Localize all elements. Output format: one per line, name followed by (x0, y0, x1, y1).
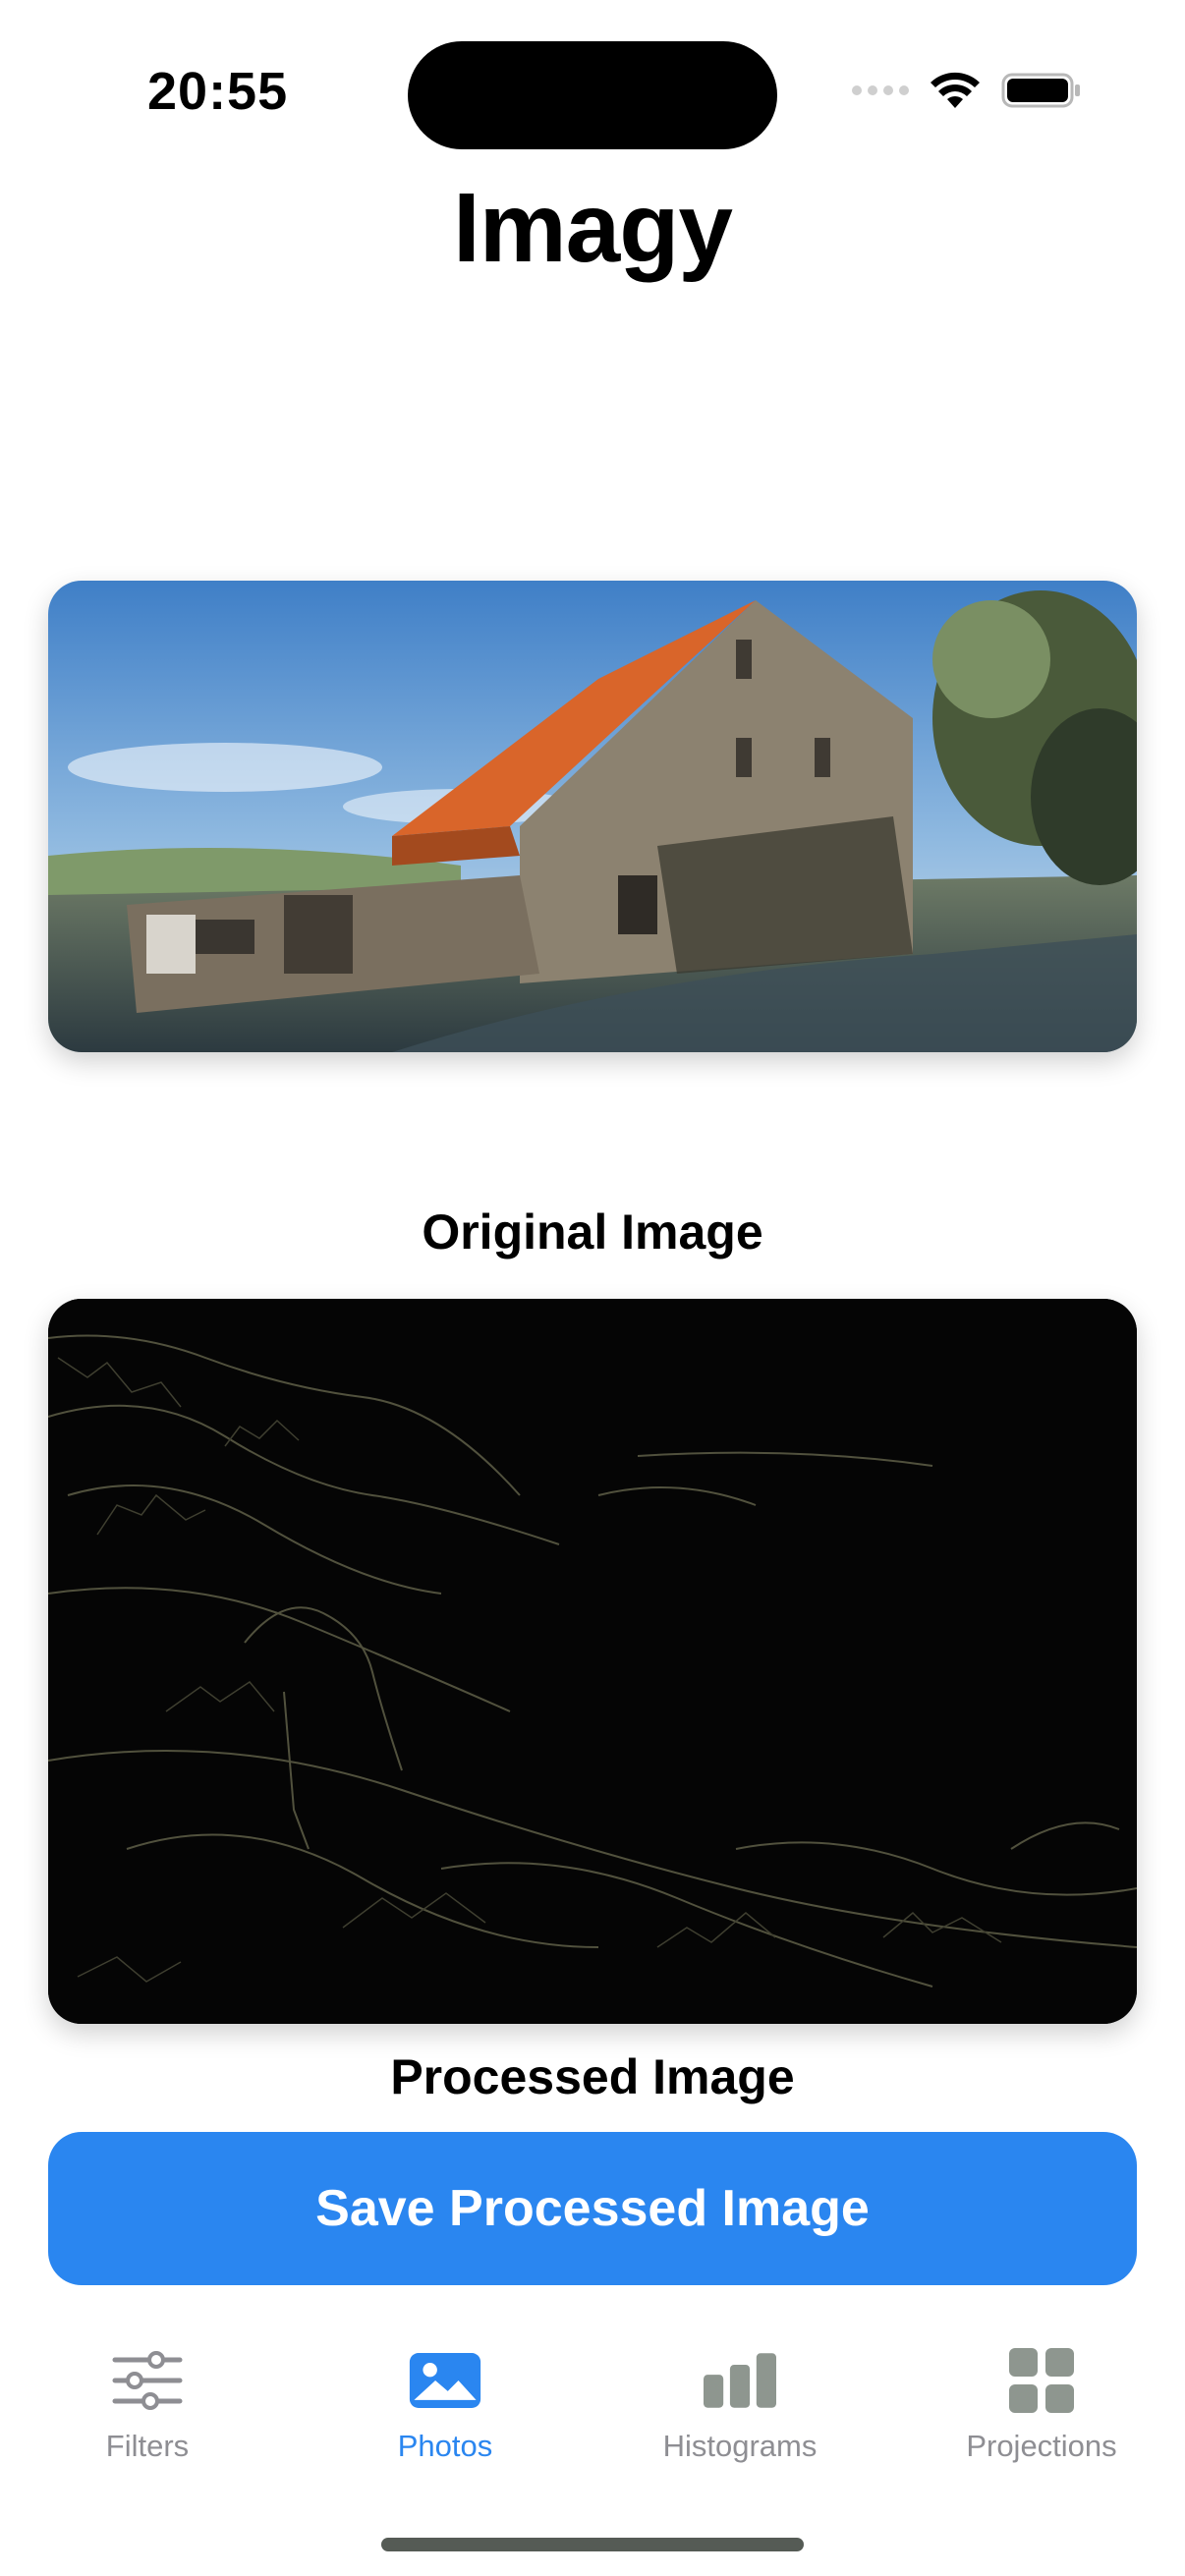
battery-icon (1001, 73, 1080, 108)
wifi-icon (931, 72, 980, 108)
cellular-signal-icon (852, 85, 909, 95)
photo-icon (409, 2348, 481, 2413)
tab-filters[interactable]: Filters (20, 2348, 275, 2486)
processed-image (48, 1299, 1137, 2024)
tab-bar: Filters Photos Histograms Projections (0, 2338, 1185, 2486)
tab-label: Filters (105, 2429, 190, 2463)
save-processed-image-button[interactable]: Save Processed Image (48, 2132, 1137, 2285)
tab-photos[interactable]: Photos (317, 2348, 573, 2486)
tab-label: Histograms (662, 2429, 818, 2463)
barn-photo (48, 581, 1137, 1052)
original-image (48, 581, 1137, 1052)
sliders-icon (111, 2348, 184, 2413)
tab-label: Photos (397, 2429, 493, 2463)
tab-projections[interactable]: Projections (914, 2348, 1169, 2486)
bar-chart-icon (704, 2348, 776, 2413)
status-icons (852, 71, 1082, 110)
processed-image-caption: Processed Image (390, 2049, 795, 2104)
tab-histograms[interactable]: Histograms (612, 2348, 868, 2486)
tab-label: Projections (966, 2429, 1117, 2463)
edge-detected-photo (48, 1299, 1137, 2024)
page-title: Imagy (452, 173, 733, 283)
dynamic-island (408, 41, 777, 149)
grid-icon (1005, 2348, 1078, 2413)
home-indicator[interactable] (381, 2538, 804, 2551)
status-time: 20:55 (147, 62, 289, 121)
original-image-caption: Original Image (422, 1204, 763, 1260)
